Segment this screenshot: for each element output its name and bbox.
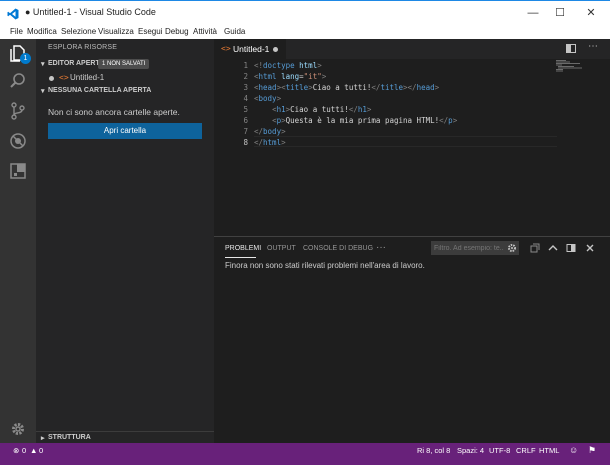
line-number: 1 (243, 61, 248, 70)
code-line[interactable]: 2 <html lang="it"> (214, 71, 610, 82)
code-line[interactable]: 1 <!doctype html> (214, 60, 610, 71)
chevron-down-icon: ▾ (41, 88, 45, 95)
menu-bar: File Modifica Selezione Visualizza Esegu… (0, 26, 610, 40)
menu-guida[interactable]: Guida (224, 27, 245, 36)
cursor-position[interactable]: Ri 8, col 8 (417, 445, 450, 456)
no-folder-message: Non ci sono ancora cartelle aperte. (48, 107, 180, 117)
collapse-all-icon[interactable] (530, 243, 540, 253)
split-editor-icon[interactable] (566, 44, 576, 53)
editor-tabs-bar: <> Untitled-1 (214, 39, 610, 59)
explorer-badge: 1 (20, 53, 31, 64)
problems-message: Finora non sono stati rilevati problemi … (225, 261, 425, 270)
panel-more-icon[interactable]: ··· (376, 242, 386, 253)
code-text: </html> (254, 138, 286, 147)
tab-label: Untitled-1 (233, 44, 270, 54)
code-text: <!doctype html> (254, 61, 322, 70)
source-control-icon[interactable] (8, 101, 28, 121)
code-editor[interactable]: 1 <!doctype html> 2 <html lang="it"> 3 <head>… (214, 59, 610, 236)
unsaved-dot-icon[interactable] (49, 76, 54, 81)
more-actions-icon[interactable]: ⋯ (588, 41, 598, 52)
debug-icon[interactable] (8, 131, 28, 151)
toggle-panel-position-icon[interactable] (566, 243, 576, 253)
encoding[interactable]: UTF-8 (489, 445, 510, 456)
warning-icon[interactable]: ▲ (30, 445, 37, 456)
tab-output[interactable]: OUTPUT (267, 245, 296, 252)
line-number: 7 (243, 127, 248, 136)
code-text: <html lang="it"> (254, 72, 327, 81)
menu-selezione[interactable]: Selezione (61, 27, 96, 36)
activity-bar: 1 (0, 39, 36, 443)
status-bar: ⊗ 0 ▲ 0 Ri 8, col 8 Spazi: 4 UTF-8 CRLF … (0, 443, 610, 465)
menu-visualizza[interactable]: Visualizza (98, 27, 134, 36)
maximize-button[interactable]: ☐ (545, 4, 575, 22)
line-ending[interactable]: CRLF (516, 445, 536, 456)
line-number: 4 (243, 94, 248, 103)
html-file-icon: <> (59, 73, 69, 82)
indentation[interactable]: Spazi: 4 (457, 445, 484, 456)
window-title: ● Untitled-1 - Visual Studio Code (25, 7, 156, 17)
error-icon[interactable]: ⊗ (13, 445, 19, 456)
line-number: 6 (243, 116, 248, 125)
code-text: <h1>Ciao a tutti!</h1> (272, 105, 372, 114)
line-number: 5 (243, 105, 248, 114)
close-panel-icon[interactable] (585, 243, 595, 253)
close-window-button[interactable]: ✕ (576, 4, 606, 22)
notifications-bell-icon[interactable]: ⚑ (588, 445, 596, 456)
explorer-sidebar: ESPLORA RISORSE ▾ EDITOR APERTI 1 NON SA… (36, 39, 214, 443)
code-line[interactable]: 6 <p>Questa è la mia prima pagina HTML!<… (214, 115, 610, 126)
filter-settings-icon[interactable] (507, 243, 517, 253)
open-editors-header[interactable]: ▾ EDITOR APERTI 1 NON SALVATI (36, 59, 214, 70)
search-icon[interactable] (8, 71, 28, 91)
settings-gear-icon[interactable] (8, 419, 28, 439)
menu-esegui[interactable]: Esegui (138, 27, 162, 36)
maximize-panel-icon[interactable] (548, 243, 558, 253)
tab-problems[interactable]: PROBLEMI (225, 245, 261, 252)
error-count[interactable]: 0 (22, 445, 26, 456)
tab-debug-console[interactable]: CONSOLE DI DEBUG (303, 245, 373, 252)
code-line[interactable]: 7 </body> (214, 126, 610, 137)
code-line[interactable]: 8 </html> (214, 137, 610, 148)
code-line[interactable]: 5 <h1>Ciao a tutti!</h1> (214, 104, 610, 115)
open-folder-button[interactable]: Apri cartella (48, 123, 202, 139)
code-text: </body> (254, 127, 286, 136)
code-text: <p>Questa è la mia prima pagina HTML!</p… (272, 116, 458, 125)
no-folder-label: NESSUNA CARTELLA APERTA (48, 87, 152, 94)
menu-file[interactable]: File (10, 27, 23, 36)
line-number: 2 (243, 72, 248, 81)
title-bar: ● Untitled-1 - Visual Studio Code — ☐ ✕ (0, 0, 610, 26)
line-number: 3 (243, 83, 248, 92)
no-folder-header[interactable]: ▾ NESSUNA CARTELLA APERTA (36, 86, 214, 97)
open-editor-filename: Untitled-1 (70, 73, 105, 82)
code-text: <head><title>Ciao a tutti!</title></head… (254, 83, 440, 92)
menu-modifica[interactable]: Modifica (27, 27, 57, 36)
minimap[interactable] (556, 60, 582, 72)
bottom-panel: PROBLEMI OUTPUT CONSOLE DI DEBUG ··· Fin… (214, 236, 610, 443)
outline-label: STRUTTURA (48, 434, 91, 441)
minimize-button[interactable]: — (518, 4, 548, 22)
problems-filter-input[interactable] (434, 242, 504, 254)
active-tab-underline (225, 257, 256, 258)
unsaved-dot-icon[interactable] (273, 47, 278, 52)
unsaved-badge: 1 NON SALVATI (98, 59, 150, 69)
feedback-smiley-icon[interactable]: ☺ (569, 445, 578, 456)
open-editor-item[interactable]: <> Untitled-1 (36, 72, 214, 84)
language-mode[interactable]: HTML (539, 445, 559, 456)
chevron-down-icon: ▾ (41, 61, 45, 68)
code-line[interactable]: 4 <body> (214, 93, 610, 104)
html-file-icon: <> (221, 44, 231, 53)
line-number: 8 (243, 138, 248, 147)
sidebar-title: ESPLORA RISORSE (48, 44, 118, 51)
code-line[interactable]: 3 <head><title>Ciao a tutti!</title></hea… (214, 82, 610, 93)
extensions-icon[interactable] (8, 161, 28, 181)
vscode-logo-icon (7, 8, 19, 20)
problems-filter[interactable] (431, 241, 519, 255)
menu-attivita[interactable]: Attività (193, 27, 217, 36)
tab-untitled-1[interactable]: <> Untitled-1 (214, 39, 286, 59)
open-editors-label: EDITOR APERTI (48, 60, 102, 67)
warning-count[interactable]: 0 (39, 445, 43, 456)
outline-header[interactable]: ▸ STRUTTURA (36, 431, 214, 443)
chevron-right-icon: ▸ (41, 435, 45, 442)
menu-debug[interactable]: Debug (165, 27, 189, 36)
code-text: <body> (254, 94, 282, 103)
